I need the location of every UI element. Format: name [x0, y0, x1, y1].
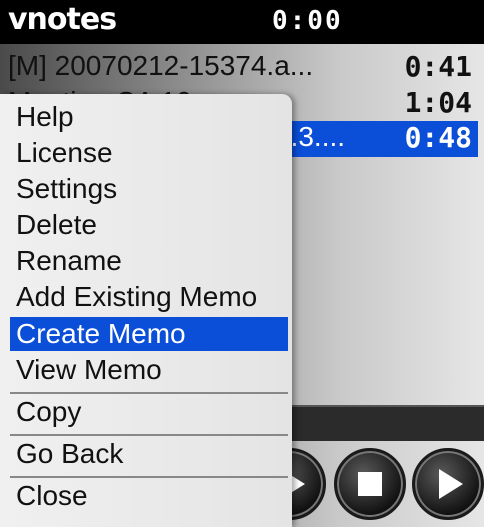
memo-duration: 0:48	[404, 121, 472, 154]
menu-item-settings[interactable]: Settings	[10, 172, 288, 206]
menu-item-rename[interactable]: Rename	[10, 244, 288, 278]
menu-item-add-existing-memo[interactable]: Add Existing Memo	[10, 280, 288, 314]
play-icon	[439, 469, 463, 499]
menu-separator	[10, 434, 288, 436]
menu-separator	[10, 476, 288, 478]
stop-button[interactable]	[334, 448, 406, 520]
app-title: vnotes	[8, 2, 117, 37]
menu-separator	[10, 392, 288, 394]
menu-item-go-back[interactable]: Go Back	[10, 437, 288, 471]
memo-duration: 1:04	[404, 86, 472, 119]
play-button[interactable]	[412, 448, 484, 520]
menu-item-copy[interactable]: Copy	[10, 395, 288, 429]
title-bar: vnotes 0:00	[0, 0, 484, 44]
menu-item-view-memo[interactable]: View Memo	[10, 353, 288, 387]
menu-item-create-memo[interactable]: Create Memo	[10, 317, 288, 351]
menu-item-delete[interactable]: Delete	[10, 208, 288, 242]
menu-item-close[interactable]: Close	[10, 479, 288, 513]
menu-item-help[interactable]: Help	[10, 100, 288, 134]
header-timer: 0:00	[272, 6, 343, 36]
memo-row[interactable]: [M] 20070212-15374.a... 0:41	[0, 50, 478, 86]
menu-item-license[interactable]: License	[10, 136, 288, 170]
memo-name: [M] 20070212-15374.a...	[8, 50, 314, 81]
context-menu: Help License Settings Delete Rename Add …	[0, 94, 292, 527]
memo-duration: 0:41	[404, 50, 472, 83]
app-screen: vnotes 0:00 [M] 20070212-15374.a... 0:41…	[0, 0, 484, 527]
stop-icon	[358, 472, 382, 496]
